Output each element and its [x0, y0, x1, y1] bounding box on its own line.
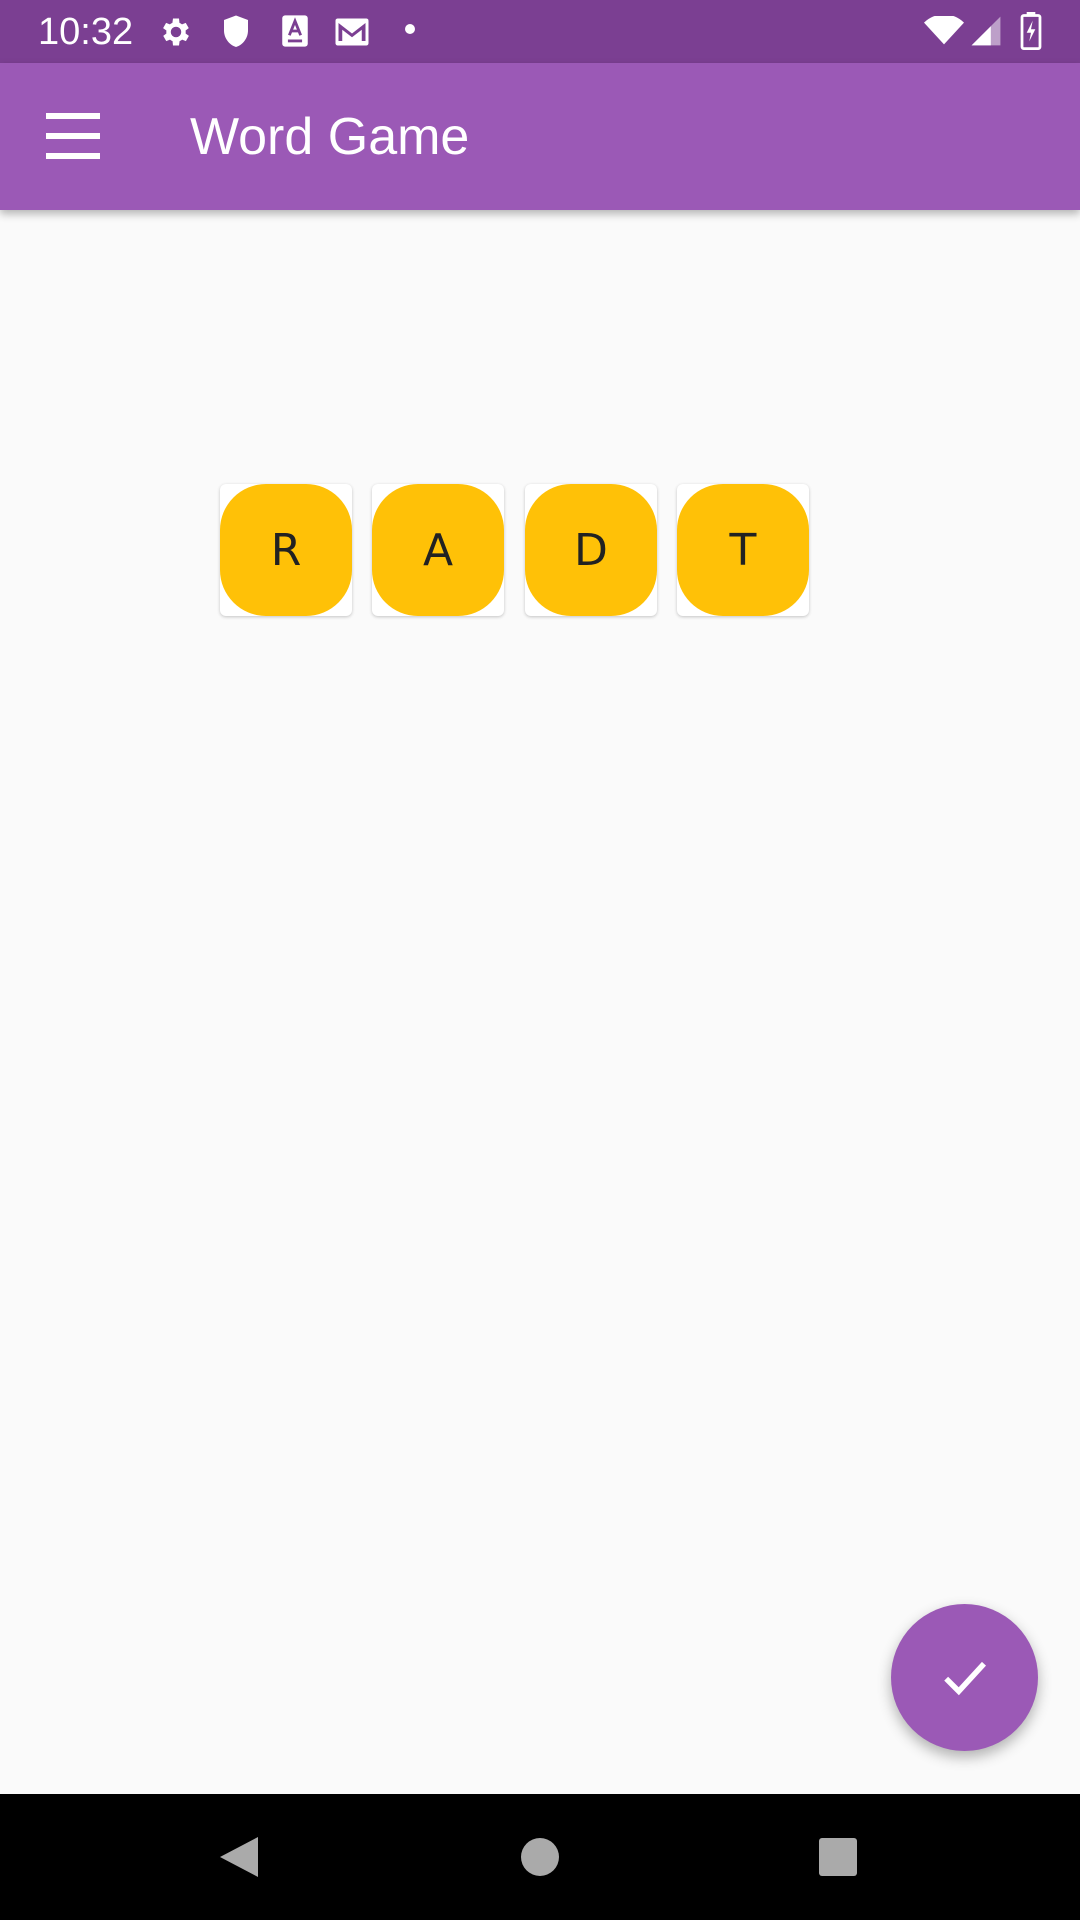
status-time: 10:32 [38, 11, 134, 53]
letter-tile[interactable]: A [372, 484, 504, 616]
gear-icon [158, 14, 194, 50]
text-a-icon [280, 14, 310, 50]
submit-fab-button[interactable] [891, 1604, 1038, 1751]
shield-icon [220, 14, 252, 50]
letter-tile[interactable]: R [220, 484, 352, 616]
recents-button[interactable] [808, 1827, 868, 1887]
back-icon [220, 1837, 258, 1877]
letter-tile-row: R A D T [220, 484, 820, 616]
letter-tile-label: R [220, 484, 352, 616]
home-button[interactable] [510, 1827, 570, 1887]
signal-icon [970, 16, 1002, 52]
screen: 10:32 Word Game R A D T [0, 0, 1080, 1920]
wifi-icon [924, 16, 964, 52]
status-bar: 10:32 [0, 0, 1080, 63]
battery-charging-icon [1020, 12, 1042, 50]
app-title: Word Game [190, 108, 470, 166]
check-icon [944, 1661, 987, 1696]
app-bar: Word Game [0, 63, 1080, 210]
letter-tile-label: D [525, 484, 657, 616]
dot-icon [403, 22, 417, 58]
back-button[interactable] [210, 1827, 270, 1887]
recents-icon [819, 1838, 857, 1876]
letter-tile-label: A [372, 484, 504, 616]
letter-tile[interactable]: D [525, 484, 657, 616]
gmail-icon [334, 14, 370, 50]
letter-tile-label: T [677, 484, 809, 616]
letter-tile[interactable]: T [677, 484, 809, 616]
menu-button[interactable] [30, 96, 116, 176]
hamburger-menu-icon [46, 113, 100, 159]
home-icon [521, 1838, 559, 1876]
navigation-bar [0, 1794, 1080, 1920]
